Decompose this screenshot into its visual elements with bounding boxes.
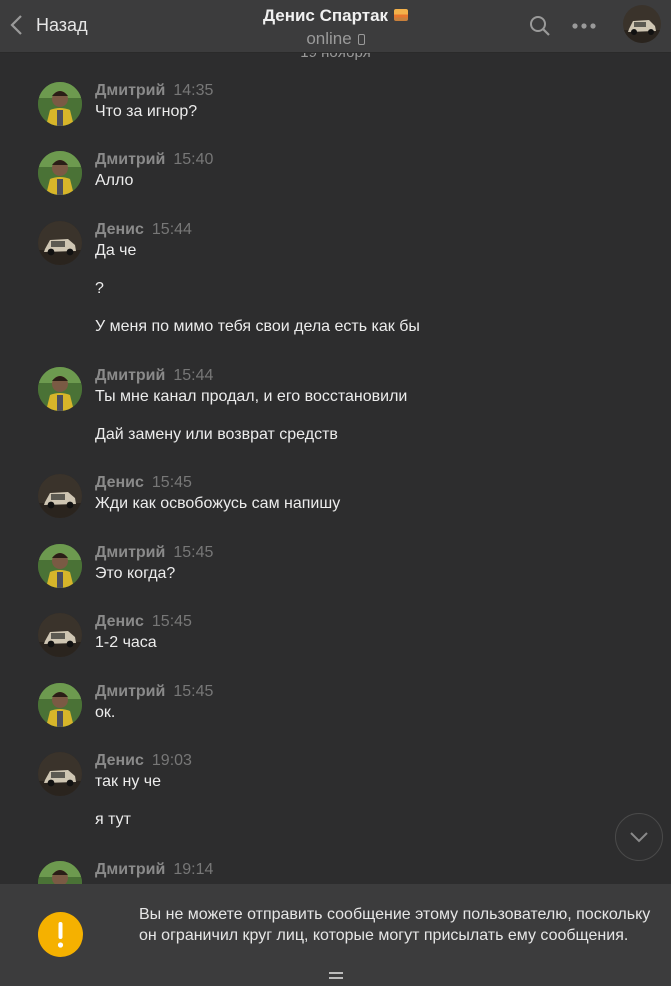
message[interactable]: Денис 15:45 1-2 часа — [38, 613, 638, 672]
dmitry-avatar[interactable] — [38, 683, 82, 727]
more-dots-icon — [572, 23, 596, 29]
message-text: 1-2 часа — [95, 634, 157, 651]
message-text: Ты мне канал продал, и его восстановили — [95, 388, 408, 405]
message[interactable]: Дмитрий 15:40 Алло — [38, 151, 638, 210]
message-author[interactable]: Денис — [95, 752, 144, 769]
message-author[interactable]: Денис — [95, 613, 144, 630]
message-time: 15:44 — [173, 367, 214, 384]
restriction-message: Вы не можете отправить сообщение этому п… — [139, 906, 651, 944]
message-feed[interactable]: Дмитрий 14:35 Что за игнор? Дмитрий 15:40 Алл… — [0, 52, 671, 884]
message-time: 15:45 — [151, 474, 192, 491]
dmitry-avatar[interactable] — [38, 367, 82, 411]
message-text: ? — [95, 280, 104, 297]
message-text: Дай замену или возврат средств — [95, 426, 338, 443]
chevron-down-icon — [630, 832, 648, 843]
message[interactable]: Дмитрий 14:35 Что за игнор? — [38, 82, 638, 141]
denis-avatar[interactable] — [38, 221, 82, 265]
message-time: 15:44 — [151, 221, 192, 238]
message-header: Денис 15:45 — [95, 474, 192, 492]
message-header: Денис 19:03 — [95, 752, 192, 770]
message-time: 19:03 — [151, 752, 192, 769]
message[interactable]: Дмитрий 19:14 — [38, 861, 638, 884]
message-author[interactable]: Дмитрий — [95, 82, 165, 99]
message-header: Денис 15:45 — [95, 613, 192, 631]
message-text: я тут — [95, 811, 131, 828]
message-author[interactable]: Денис — [95, 221, 144, 238]
message-header: Дмитрий 15:45 — [95, 544, 213, 562]
dmitry-avatar[interactable] — [38, 82, 82, 126]
message-time: 14:35 — [173, 82, 214, 99]
message-header: Дмитрий 19:14 — [95, 861, 213, 879]
more-options-button[interactable] — [568, 10, 600, 42]
message-time: 15:45 — [173, 683, 214, 700]
drag-handle-icon[interactable] — [329, 972, 343, 979]
search-button[interactable] — [524, 10, 556, 42]
denis-avatar[interactable] — [38, 474, 82, 518]
message-author[interactable]: Дмитрий — [95, 151, 165, 168]
message[interactable]: Дмитрий 15:44 Ты мне канал продал, и его в… — [38, 367, 638, 464]
message[interactable]: Денис 15:45 Жди как освобожусь сам напишу — [38, 474, 638, 533]
denis-avatar[interactable] — [38, 752, 82, 796]
message-author[interactable]: Дмитрий — [95, 367, 165, 384]
top-bar: Назад Денис Спартак online — [0, 0, 671, 53]
dmitry-avatar[interactable] — [38, 544, 82, 588]
message-text: Алло — [95, 172, 134, 189]
message-text: ок. — [95, 704, 116, 721]
dmitry-avatar[interactable] — [38, 151, 82, 195]
message-author[interactable]: Дмитрий — [95, 683, 165, 700]
message-time: 19:14 — [173, 861, 214, 878]
message[interactable]: Денис 19:03 так ну че я тут — [38, 752, 638, 849]
online-status-text: online — [306, 29, 352, 48]
car-photo-avatar-icon — [623, 5, 661, 43]
search-icon — [530, 16, 550, 36]
scroll-down-button[interactable] — [615, 813, 663, 861]
message-time: 15:45 — [151, 613, 192, 630]
message-time: 15:45 — [173, 544, 214, 561]
contact-avatar[interactable] — [623, 5, 661, 43]
message-author[interactable]: Денис — [95, 474, 144, 491]
message-time: 15:40 — [173, 151, 214, 168]
message-header: Дмитрий 15:40 — [95, 151, 213, 169]
message-header: Денис 15:44 — [95, 221, 192, 239]
chat-title-text: Денис Спартак — [262, 6, 389, 25]
message-text: так ну че — [95, 773, 162, 790]
message-header: Дмитрий 15:45 — [95, 683, 213, 701]
message[interactable]: Дмитрий 15:45 ок. — [38, 683, 638, 742]
denis-avatar[interactable] — [38, 613, 82, 657]
message-header: Дмитрий 14:35 — [95, 82, 213, 100]
message-text: Это когда? — [95, 565, 176, 582]
warning-icon — [38, 912, 83, 957]
message-author[interactable]: Дмитрий — [95, 544, 165, 561]
message[interactable]: Дмитрий 15:45 Это когда? — [38, 544, 638, 603]
mobile-phone-icon — [357, 34, 365, 45]
message-header: Дмитрий 15:44 — [95, 367, 213, 385]
message[interactable]: Денис 15:44 Да че? У меня по мимо тебя свои… — [38, 221, 638, 356]
dmitry-avatar[interactable] — [38, 861, 82, 884]
message-text: Жди как освобожусь сам напишу — [95, 495, 341, 512]
sunset-emoji-icon — [394, 9, 409, 21]
message-author[interactable]: Дмитрий — [95, 861, 165, 878]
message-text: Да че — [95, 242, 137, 259]
message-text: Что за игнор? — [95, 103, 198, 120]
message-text: У меня по мимо тебя свои дела есть как б… — [95, 318, 420, 335]
